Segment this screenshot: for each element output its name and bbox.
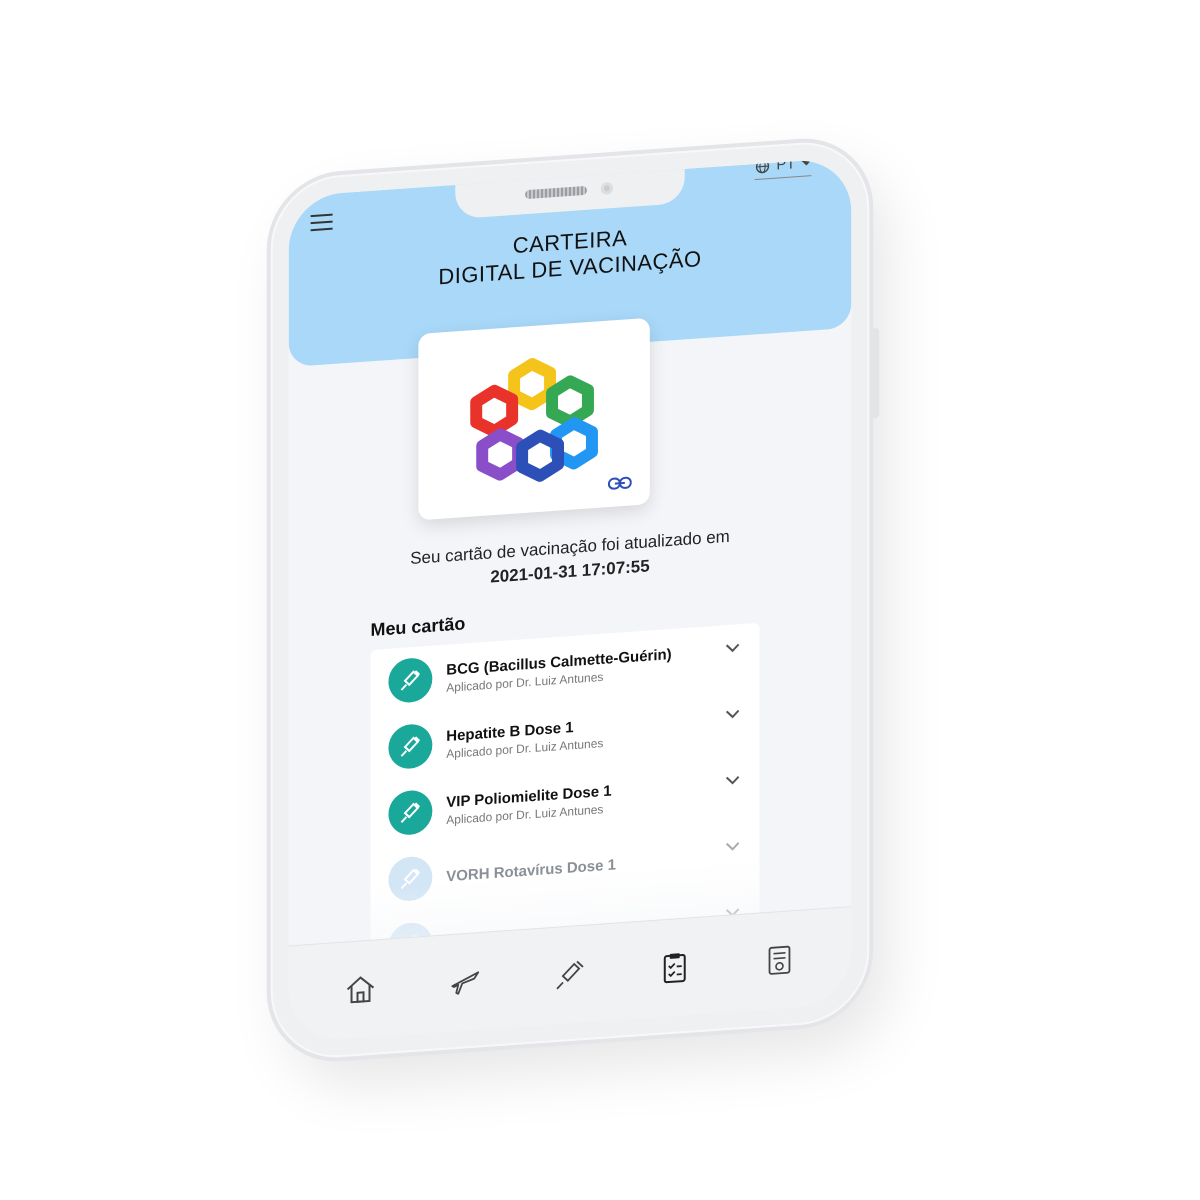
certificate-icon	[768, 945, 790, 975]
nav-vaccines[interactable]	[550, 953, 590, 996]
camera	[600, 181, 613, 195]
home-icon	[347, 976, 375, 1004]
phone: PT CARTEIRA DIGITAL DE VACINAÇÃO Seu car…	[270, 137, 880, 1063]
syringe-badge-icon	[388, 789, 433, 837]
speaker	[525, 185, 587, 200]
logo-card	[418, 317, 650, 521]
nav-certificate[interactable]	[759, 939, 799, 982]
vaccine-logo-icon	[470, 358, 598, 482]
chevron-down-icon[interactable]	[725, 775, 740, 786]
side-button	[871, 327, 880, 419]
syringe-badge-icon	[388, 722, 433, 771]
syringe-icon	[556, 960, 584, 990]
vaccine-name: VORH Rotavírus Dose 1	[446, 855, 616, 885]
page-title: CARTEIRA DIGITAL DE VACINAÇÃO	[289, 209, 852, 300]
app-screen: PT CARTEIRA DIGITAL DE VACINAÇÃO Seu car…	[288, 157, 852, 1043]
syringe-badge-icon	[388, 855, 433, 903]
chevron-down-icon[interactable]	[725, 841, 740, 852]
clipboard-icon	[663, 953, 686, 984]
syringe-badge-icon	[388, 656, 433, 704]
nav-home[interactable]	[341, 968, 381, 1011]
nav-records[interactable]	[655, 946, 695, 989]
nav-travel[interactable]	[445, 961, 485, 1004]
link-icon[interactable]	[607, 475, 632, 491]
caret-down-icon	[801, 160, 812, 166]
update-status: Seu cartão de vacinação foi atualizado e…	[289, 518, 852, 601]
chevron-down-icon[interactable]	[725, 642, 740, 653]
menu-icon[interactable]	[310, 213, 333, 232]
airplane-icon	[451, 971, 480, 995]
scene: PT CARTEIRA DIGITAL DE VACINAÇÃO Seu car…	[0, 0, 1200, 1200]
section-title: Meu cartão	[370, 613, 466, 641]
chevron-down-icon[interactable]	[725, 708, 740, 719]
